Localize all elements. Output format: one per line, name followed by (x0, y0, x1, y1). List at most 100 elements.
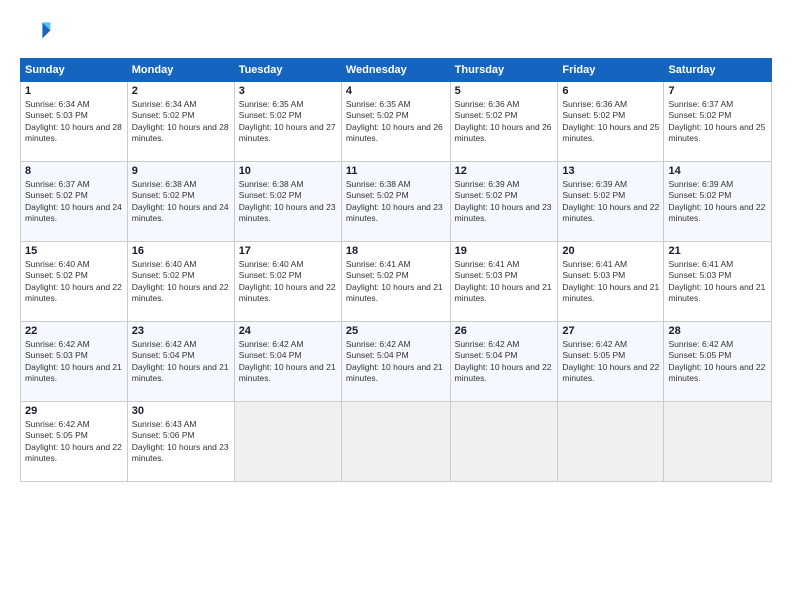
calendar-cell: 28 Sunrise: 6:42 AM Sunset: 5:05 PM Dayl… (664, 322, 772, 402)
day-number: 14 (668, 165, 767, 177)
calendar-cell: 17 Sunrise: 6:40 AM Sunset: 5:02 PM Dayl… (234, 242, 341, 322)
logo (20, 16, 58, 48)
day-info: Sunrise: 6:43 AM Sunset: 5:06 PM Dayligh… (132, 419, 230, 465)
day-number: 10 (239, 165, 337, 177)
day-info: Sunrise: 6:34 AM Sunset: 5:03 PM Dayligh… (25, 99, 123, 145)
day-info: Sunrise: 6:34 AM Sunset: 5:02 PM Dayligh… (132, 99, 230, 145)
day-info: Sunrise: 6:40 AM Sunset: 5:02 PM Dayligh… (239, 259, 337, 305)
calendar-week-4: 22 Sunrise: 6:42 AM Sunset: 5:03 PM Dayl… (21, 322, 772, 402)
calendar-header-tuesday: Tuesday (234, 59, 341, 82)
calendar-cell: 4 Sunrise: 6:35 AM Sunset: 5:02 PM Dayli… (341, 82, 450, 162)
calendar-week-5: 29 Sunrise: 6:42 AM Sunset: 5:05 PM Dayl… (21, 402, 772, 482)
day-number: 15 (25, 245, 123, 257)
calendar-cell: 15 Sunrise: 6:40 AM Sunset: 5:02 PM Dayl… (21, 242, 128, 322)
calendar-header-wednesday: Wednesday (341, 59, 450, 82)
day-number: 11 (346, 165, 446, 177)
day-number: 6 (562, 85, 659, 97)
calendar-cell: 2 Sunrise: 6:34 AM Sunset: 5:02 PM Dayli… (127, 82, 234, 162)
page: SundayMondayTuesdayWednesdayThursdayFrid… (0, 0, 792, 612)
day-number: 28 (668, 325, 767, 337)
calendar-cell: 16 Sunrise: 6:40 AM Sunset: 5:02 PM Dayl… (127, 242, 234, 322)
day-info: Sunrise: 6:37 AM Sunset: 5:02 PM Dayligh… (668, 99, 767, 145)
day-info: Sunrise: 6:38 AM Sunset: 5:02 PM Dayligh… (132, 179, 230, 225)
day-info: Sunrise: 6:42 AM Sunset: 5:04 PM Dayligh… (455, 339, 554, 385)
day-info: Sunrise: 6:38 AM Sunset: 5:02 PM Dayligh… (239, 179, 337, 225)
calendar-cell: 19 Sunrise: 6:41 AM Sunset: 5:03 PM Dayl… (450, 242, 558, 322)
day-number: 13 (562, 165, 659, 177)
calendar-cell: 3 Sunrise: 6:35 AM Sunset: 5:02 PM Dayli… (234, 82, 341, 162)
calendar-cell: 27 Sunrise: 6:42 AM Sunset: 5:05 PM Dayl… (558, 322, 664, 402)
day-number: 9 (132, 165, 230, 177)
calendar-cell: 18 Sunrise: 6:41 AM Sunset: 5:02 PM Dayl… (341, 242, 450, 322)
calendar-cell: 13 Sunrise: 6:39 AM Sunset: 5:02 PM Dayl… (558, 162, 664, 242)
day-info: Sunrise: 6:42 AM Sunset: 5:05 PM Dayligh… (562, 339, 659, 385)
calendar-cell (558, 402, 664, 482)
day-number: 12 (455, 165, 554, 177)
calendar-cell: 8 Sunrise: 6:37 AM Sunset: 5:02 PM Dayli… (21, 162, 128, 242)
day-info: Sunrise: 6:42 AM Sunset: 5:04 PM Dayligh… (132, 339, 230, 385)
calendar-header-thursday: Thursday (450, 59, 558, 82)
day-info: Sunrise: 6:40 AM Sunset: 5:02 PM Dayligh… (25, 259, 123, 305)
calendar-cell: 1 Sunrise: 6:34 AM Sunset: 5:03 PM Dayli… (21, 82, 128, 162)
calendar-cell: 22 Sunrise: 6:42 AM Sunset: 5:03 PM Dayl… (21, 322, 128, 402)
day-info: Sunrise: 6:41 AM Sunset: 5:02 PM Dayligh… (346, 259, 446, 305)
calendar-week-2: 8 Sunrise: 6:37 AM Sunset: 5:02 PM Dayli… (21, 162, 772, 242)
calendar-cell: 9 Sunrise: 6:38 AM Sunset: 5:02 PM Dayli… (127, 162, 234, 242)
day-number: 20 (562, 245, 659, 257)
calendar-cell: 24 Sunrise: 6:42 AM Sunset: 5:04 PM Dayl… (234, 322, 341, 402)
day-info: Sunrise: 6:35 AM Sunset: 5:02 PM Dayligh… (346, 99, 446, 145)
calendar-cell: 21 Sunrise: 6:41 AM Sunset: 5:03 PM Dayl… (664, 242, 772, 322)
day-number: 1 (25, 85, 123, 97)
calendar-cell: 23 Sunrise: 6:42 AM Sunset: 5:04 PM Dayl… (127, 322, 234, 402)
calendar-cell (664, 402, 772, 482)
day-info: Sunrise: 6:42 AM Sunset: 5:04 PM Dayligh… (346, 339, 446, 385)
calendar-header-friday: Friday (558, 59, 664, 82)
calendar-cell (341, 402, 450, 482)
calendar-cell: 30 Sunrise: 6:43 AM Sunset: 5:06 PM Dayl… (127, 402, 234, 482)
calendar-cell: 25 Sunrise: 6:42 AM Sunset: 5:04 PM Dayl… (341, 322, 450, 402)
calendar-cell: 7 Sunrise: 6:37 AM Sunset: 5:02 PM Dayli… (664, 82, 772, 162)
calendar-week-3: 15 Sunrise: 6:40 AM Sunset: 5:02 PM Dayl… (21, 242, 772, 322)
calendar-cell: 5 Sunrise: 6:36 AM Sunset: 5:02 PM Dayli… (450, 82, 558, 162)
day-number: 7 (668, 85, 767, 97)
day-number: 8 (25, 165, 123, 177)
day-number: 4 (346, 85, 446, 97)
calendar-cell: 10 Sunrise: 6:38 AM Sunset: 5:02 PM Dayl… (234, 162, 341, 242)
day-info: Sunrise: 6:39 AM Sunset: 5:02 PM Dayligh… (455, 179, 554, 225)
day-number: 19 (455, 245, 554, 257)
day-info: Sunrise: 6:42 AM Sunset: 5:04 PM Dayligh… (239, 339, 337, 385)
day-info: Sunrise: 6:36 AM Sunset: 5:02 PM Dayligh… (562, 99, 659, 145)
calendar-header-monday: Monday (127, 59, 234, 82)
day-info: Sunrise: 6:39 AM Sunset: 5:02 PM Dayligh… (668, 179, 767, 225)
logo-icon (20, 16, 52, 48)
day-number: 23 (132, 325, 230, 337)
day-info: Sunrise: 6:40 AM Sunset: 5:02 PM Dayligh… (132, 259, 230, 305)
day-info: Sunrise: 6:38 AM Sunset: 5:02 PM Dayligh… (346, 179, 446, 225)
day-info: Sunrise: 6:42 AM Sunset: 5:05 PM Dayligh… (668, 339, 767, 385)
calendar-header-sunday: Sunday (21, 59, 128, 82)
day-info: Sunrise: 6:35 AM Sunset: 5:02 PM Dayligh… (239, 99, 337, 145)
header (20, 16, 772, 48)
day-number: 18 (346, 245, 446, 257)
day-number: 22 (25, 325, 123, 337)
calendar-week-1: 1 Sunrise: 6:34 AM Sunset: 5:03 PM Dayli… (21, 82, 772, 162)
calendar-cell: 29 Sunrise: 6:42 AM Sunset: 5:05 PM Dayl… (21, 402, 128, 482)
calendar-cell: 14 Sunrise: 6:39 AM Sunset: 5:02 PM Dayl… (664, 162, 772, 242)
day-info: Sunrise: 6:36 AM Sunset: 5:02 PM Dayligh… (455, 99, 554, 145)
day-info: Sunrise: 6:42 AM Sunset: 5:05 PM Dayligh… (25, 419, 123, 465)
calendar-cell: 26 Sunrise: 6:42 AM Sunset: 5:04 PM Dayl… (450, 322, 558, 402)
calendar-cell: 11 Sunrise: 6:38 AM Sunset: 5:02 PM Dayl… (341, 162, 450, 242)
day-number: 24 (239, 325, 337, 337)
calendar-cell: 12 Sunrise: 6:39 AM Sunset: 5:02 PM Dayl… (450, 162, 558, 242)
calendar-header-saturday: Saturday (664, 59, 772, 82)
calendar-cell: 20 Sunrise: 6:41 AM Sunset: 5:03 PM Dayl… (558, 242, 664, 322)
day-info: Sunrise: 6:39 AM Sunset: 5:02 PM Dayligh… (562, 179, 659, 225)
day-number: 26 (455, 325, 554, 337)
day-info: Sunrise: 6:41 AM Sunset: 5:03 PM Dayligh… (562, 259, 659, 305)
day-number: 27 (562, 325, 659, 337)
day-number: 3 (239, 85, 337, 97)
day-info: Sunrise: 6:37 AM Sunset: 5:02 PM Dayligh… (25, 179, 123, 225)
calendar-cell (234, 402, 341, 482)
calendar-cell (450, 402, 558, 482)
day-number: 16 (132, 245, 230, 257)
